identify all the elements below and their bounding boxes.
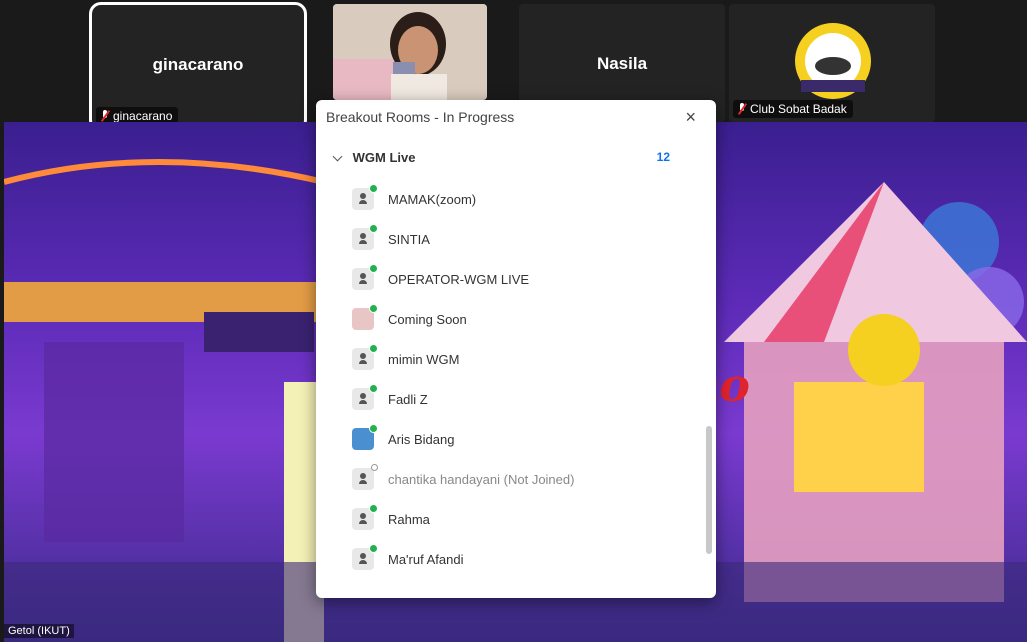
room-header[interactable]: WGM Live 12 bbox=[330, 150, 670, 168]
avatar bbox=[352, 464, 378, 490]
offline-dot-icon bbox=[371, 464, 378, 471]
person-icon bbox=[359, 193, 367, 205]
participant-name-large: ginacarano bbox=[152, 55, 244, 74]
scrollbar[interactable] bbox=[706, 130, 712, 580]
list-item[interactable]: OPERATOR-WGM LIVE bbox=[352, 264, 672, 292]
breakout-rooms-panel: Breakout Rooms - In Progress × WGM Live … bbox=[316, 100, 716, 598]
participant-name: Ma'ruf Afandi bbox=[388, 551, 464, 567]
avatar bbox=[352, 184, 378, 210]
participant-name: OPERATOR-WGM LIVE bbox=[388, 271, 530, 287]
participant-name: Fadli Z bbox=[388, 391, 428, 407]
avatar bbox=[352, 504, 378, 530]
main-video-label: Getol (IKUT) bbox=[4, 624, 74, 638]
participant-label: Club Sobat Badak bbox=[750, 102, 847, 116]
room-count: 12 bbox=[656, 150, 670, 164]
online-dot-icon bbox=[369, 264, 378, 273]
participant-tile-ginacarano[interactable]: ginacarano ginacarano bbox=[89, 2, 307, 132]
participant-video-feed bbox=[333, 4, 487, 100]
participant-name: Coming Soon bbox=[388, 311, 467, 327]
mic-muted-icon bbox=[737, 103, 747, 115]
participant-name: SINTIA bbox=[388, 231, 430, 247]
participant-name: MAMAK(zoom) bbox=[388, 191, 477, 207]
person-icon bbox=[359, 353, 367, 365]
list-item[interactable]: Aris Bidang bbox=[352, 424, 672, 452]
avatar bbox=[352, 224, 378, 250]
club-logo bbox=[795, 23, 871, 99]
person-icon bbox=[359, 393, 367, 405]
person-icon bbox=[359, 273, 367, 285]
chevron-down-icon bbox=[332, 151, 343, 162]
online-dot-icon bbox=[369, 504, 378, 513]
online-dot-icon bbox=[369, 544, 378, 553]
list-item[interactable]: mimin WGM bbox=[352, 344, 672, 372]
participant-label: ginacarano bbox=[113, 109, 173, 123]
online-dot-icon bbox=[369, 344, 378, 353]
participant-name: Rahma bbox=[388, 511, 430, 527]
online-dot-icon bbox=[369, 424, 378, 433]
participant-name-large: Nasila bbox=[596, 54, 648, 73]
participant-name: Aris Bidang bbox=[388, 431, 455, 447]
list-item[interactable]: Fadli Z bbox=[352, 384, 672, 412]
room-name: WGM Live bbox=[352, 150, 416, 165]
avatar bbox=[352, 304, 378, 330]
online-dot-icon bbox=[369, 184, 378, 193]
avatar bbox=[352, 344, 378, 370]
avatar bbox=[352, 544, 378, 570]
online-dot-icon bbox=[369, 224, 378, 233]
list-item[interactable]: SINTIA bbox=[352, 224, 672, 252]
close-icon[interactable]: × bbox=[685, 108, 696, 126]
list-item[interactable]: Coming Soon bbox=[352, 304, 672, 332]
panel-title: Breakout Rooms - In Progress bbox=[326, 109, 515, 125]
person-icon bbox=[359, 233, 367, 245]
list-item[interactable]: Rahma bbox=[352, 504, 672, 532]
participant-name: chantika handayani (Not Joined) bbox=[388, 471, 575, 487]
person-icon bbox=[359, 513, 367, 525]
online-dot-icon bbox=[369, 304, 378, 313]
scrollbar-thumb[interactable] bbox=[706, 426, 712, 554]
list-item[interactable]: chantika handayani (Not Joined) bbox=[352, 464, 672, 492]
person-icon bbox=[359, 473, 367, 485]
avatar bbox=[352, 384, 378, 410]
online-dot-icon bbox=[369, 384, 378, 393]
list-item[interactable]: Ma'ruf Afandi bbox=[352, 544, 672, 572]
avatar bbox=[352, 424, 378, 450]
participant-name: mimin WGM bbox=[388, 351, 460, 367]
avatar bbox=[352, 264, 378, 290]
list-item[interactable]: MAMAK(zoom) bbox=[352, 184, 672, 212]
participant-tile-video[interactable]: c bbox=[333, 4, 487, 100]
person-icon bbox=[359, 553, 367, 565]
participant-namebar: Club Sobat Badak bbox=[733, 100, 853, 118]
participant-tile-club-sobat-badak[interactable]: Club Sobat Badak bbox=[729, 4, 935, 122]
mic-muted-icon bbox=[100, 110, 110, 122]
